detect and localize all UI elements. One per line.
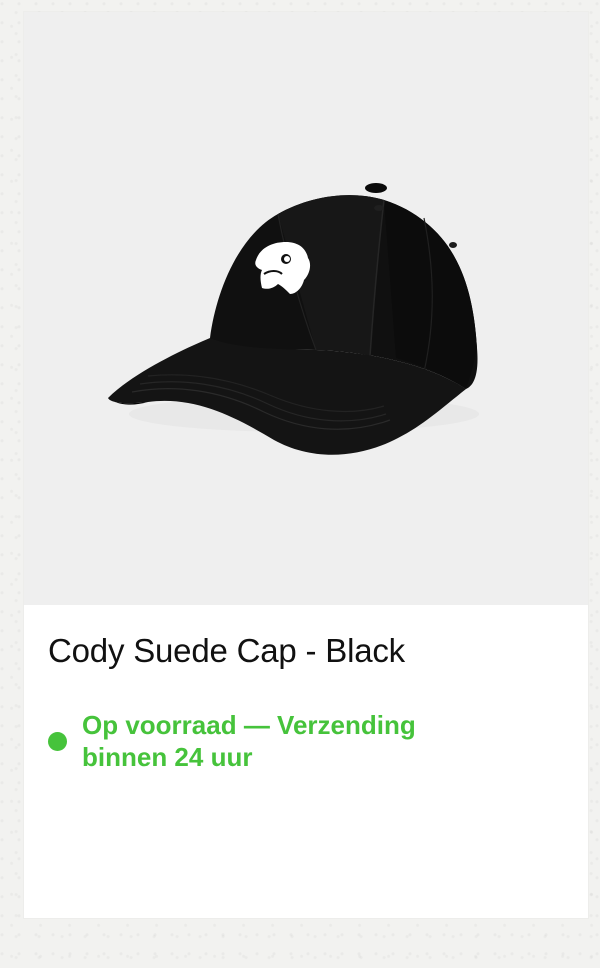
- product-image[interactable]: [24, 12, 588, 605]
- product-card[interactable]: Cody Suede Cap - Black Op voorraad — Ver…: [24, 12, 588, 918]
- stock-status-text: Op voorraad — Verzending binnen 24 uur: [82, 710, 416, 772]
- product-title[interactable]: Cody Suede Cap - Black: [48, 629, 405, 673]
- stock-status: Op voorraad — Verzending binnen 24 uur: [48, 709, 548, 773]
- in-stock-dot-icon: [48, 731, 67, 751]
- cap-illustration: [108, 183, 479, 455]
